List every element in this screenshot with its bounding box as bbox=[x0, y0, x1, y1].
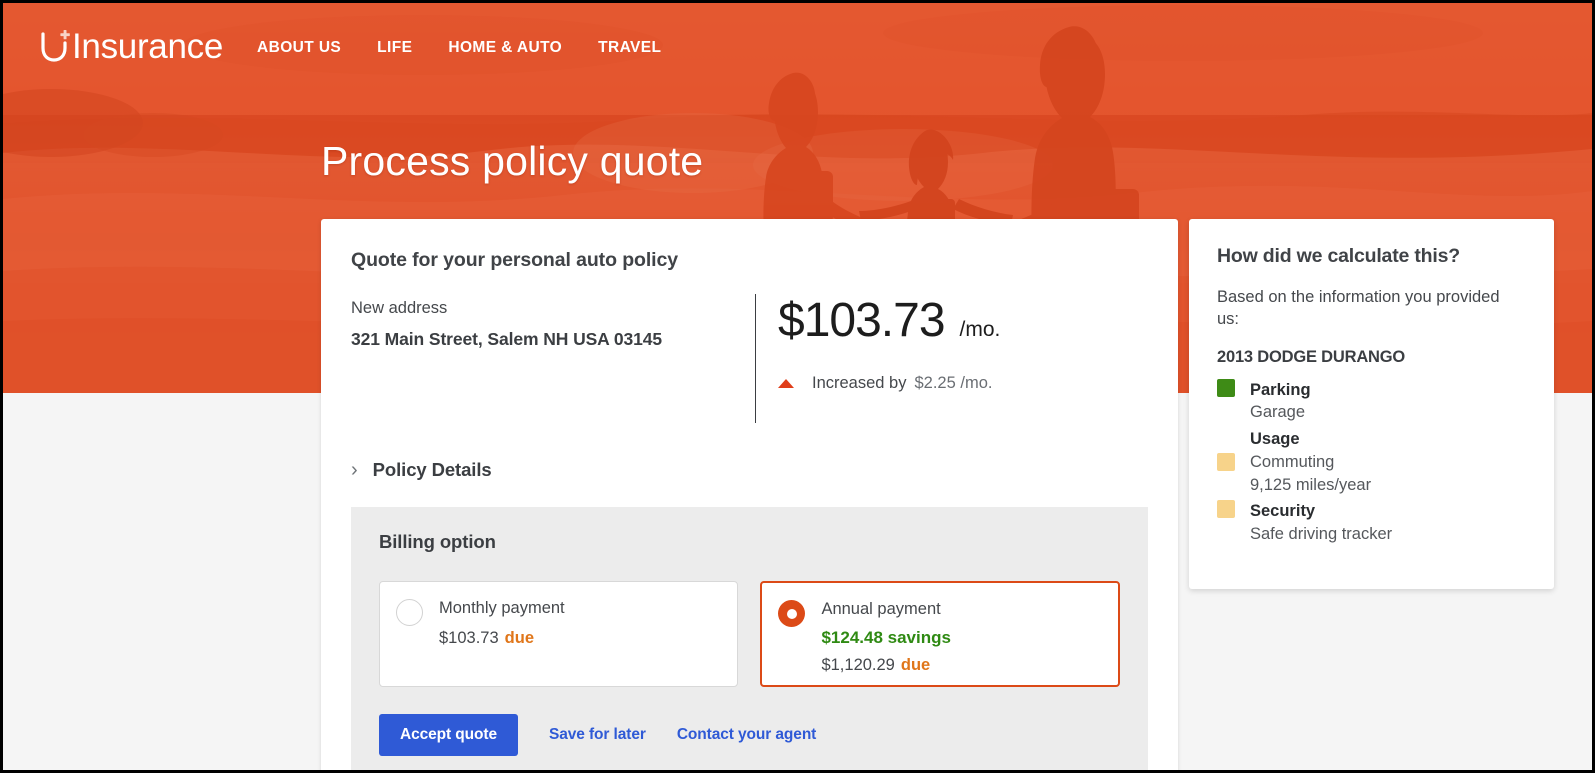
vehicle-name: 2013 DODGE DURANGO bbox=[1217, 347, 1406, 366]
billing-option-title: Billing option bbox=[379, 531, 496, 553]
yellow-square-icon bbox=[1217, 453, 1235, 472]
accept-quote-button[interactable]: Accept quote bbox=[379, 714, 518, 757]
u-plus-logo-icon bbox=[37, 26, 71, 66]
rating-factor-parking: Parking Garage bbox=[1217, 378, 1526, 425]
rating-factor-parking-name: Parking bbox=[1250, 380, 1311, 399]
billing-options-list: Monthly payment $103.73 due Annual paymen… bbox=[379, 581, 1120, 688]
rating-factor-usage: Usage Commuting 9,125 miles/year bbox=[1217, 428, 1526, 496]
billing-option-annual-name: Annual payment bbox=[821, 600, 941, 619]
page-title: Process policy quote bbox=[321, 138, 704, 184]
billing-option-monthly-due-tag: due bbox=[504, 629, 534, 648]
contact-agent-button[interactable]: Contact your agent bbox=[677, 726, 817, 744]
billing-option-annual-amount: $1,120.29 bbox=[821, 656, 895, 675]
green-square-icon bbox=[1217, 378, 1235, 397]
address-block: New address 321 Main Street, Salem NH US… bbox=[351, 294, 755, 423]
brand-name: Insurance bbox=[72, 26, 224, 66]
chevron-right-icon: › bbox=[351, 459, 358, 482]
rating-factor-security-text: Security Safe driving tracker bbox=[1250, 500, 1392, 546]
quote-actions: Accept quote Save for later Contact your… bbox=[379, 714, 1120, 757]
price-change-amount: $2.25 /mo. bbox=[914, 374, 993, 393]
nav-item-travel[interactable]: TRAVEL bbox=[598, 39, 661, 57]
calculation-card: How did we calculate this? Based on the … bbox=[1189, 219, 1554, 589]
quote-card: Quote for your personal auto policy New … bbox=[321, 219, 1178, 770]
rating-factor-security-value: Safe driving tracker bbox=[1250, 525, 1393, 544]
billing-option-annual-savings: $124.48 savings bbox=[821, 628, 951, 648]
calculation-card-subtitle: Based on the information you provided us… bbox=[1217, 288, 1500, 329]
yellow-square-icon bbox=[1217, 500, 1235, 519]
price-amount: $103.73 bbox=[778, 294, 946, 347]
rating-factor-parking-text: Parking Garage bbox=[1250, 379, 1311, 425]
top-navigation: Insurance ABOUT US LIFE HOME & AUTO TRAV… bbox=[3, 3, 1592, 89]
billing-option-monthly-name: Monthly payment bbox=[439, 599, 565, 618]
price-change-text: Increased by bbox=[812, 374, 907, 393]
price-line: $103.73 /mo. bbox=[778, 294, 1001, 347]
billing-option-monthly-due: $103.73 due bbox=[439, 629, 565, 648]
billing-option-panel: Billing option Monthly payment $103.73 du… bbox=[351, 507, 1148, 770]
rating-factor-parking-value: Garage bbox=[1250, 403, 1306, 422]
quote-heading: Quote for your personal auto policy bbox=[351, 249, 678, 271]
brand-logo[interactable]: Insurance bbox=[37, 26, 223, 66]
nav-item-about-us[interactable]: ABOUT US bbox=[257, 39, 341, 57]
billing-option-annual-due: $1,120.29 due bbox=[821, 656, 950, 675]
rating-factor-usage-value-line1: Commuting bbox=[1250, 452, 1335, 471]
address-label: New address bbox=[351, 299, 448, 317]
radio-monthly[interactable] bbox=[396, 599, 423, 627]
nav-links: ABOUT US LIFE HOME & AUTO TRAVEL bbox=[257, 39, 661, 57]
rating-factor-usage-name: Usage bbox=[1250, 430, 1300, 449]
policy-details-label: Policy Details bbox=[372, 459, 492, 481]
calculation-card-title: How did we calculate this? bbox=[1217, 245, 1460, 267]
billing-option-monthly[interactable]: Monthly payment $103.73 due bbox=[379, 581, 739, 688]
address-value: 321 Main Street, Salem NH USA 03145 bbox=[351, 329, 662, 349]
billing-option-annual-due-tag: due bbox=[900, 656, 931, 675]
billing-option-monthly-body: Monthly payment $103.73 due bbox=[439, 597, 565, 671]
policy-details-toggle[interactable]: › Policy Details bbox=[351, 459, 492, 481]
rating-factor-security: Security Safe driving tracker bbox=[1217, 500, 1526, 546]
billing-option-annual[interactable]: Annual payment $124.48 savings $1,120.29… bbox=[760, 581, 1120, 688]
rating-factor-usage-value-line2: 9,125 miles/year bbox=[1250, 475, 1372, 494]
quote-card-body: Quote for your personal auto policy New … bbox=[321, 219, 1178, 770]
nav-item-life[interactable]: LIFE bbox=[377, 39, 412, 57]
price-block: $103.73 /mo. Increased by $2.25 /mo. bbox=[755, 294, 1001, 424]
rating-factor-usage-text: Usage Commuting 9,125 miles/year bbox=[1250, 428, 1371, 496]
price-change: Increased by $2.25 /mo. bbox=[778, 374, 1000, 393]
price-period: /mo. bbox=[959, 318, 1001, 341]
quote-summary-row: New address 321 Main Street, Salem NH US… bbox=[351, 294, 1148, 424]
nav-item-home-auto[interactable]: HOME & AUTO bbox=[448, 39, 562, 57]
page-root: Insurance ABOUT US LIFE HOME & AUTO TRAV… bbox=[0, 0, 1595, 773]
radio-annual[interactable] bbox=[778, 600, 806, 628]
triangle-up-icon bbox=[778, 379, 794, 389]
rating-factor-security-name: Security bbox=[1250, 502, 1316, 521]
billing-option-monthly-amount: $103.73 bbox=[439, 629, 499, 648]
rating-factors-list: Parking Garage Usage Commuting 9,125 mil… bbox=[1217, 378, 1526, 546]
save-for-later-button[interactable]: Save for later bbox=[549, 726, 646, 744]
billing-option-annual-body: Annual payment $124.48 savings $1,120.29… bbox=[821, 598, 951, 674]
